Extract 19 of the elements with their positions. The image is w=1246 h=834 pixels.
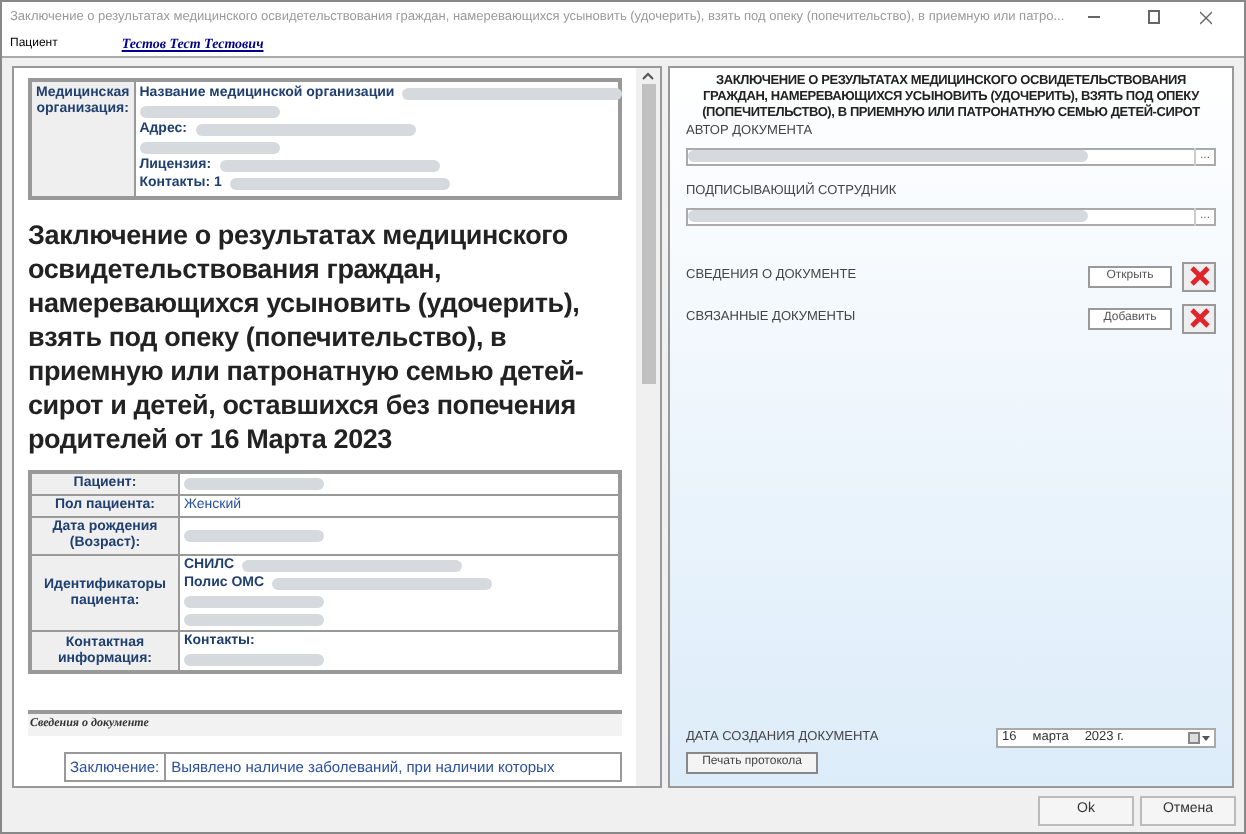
document-heading: Заключение о результатах медицинского освидетельствования граждан, намеревающихся усыновить (удочерить), взять под опеку (попечительство), в приемную или патронатную семью детей-сирот и детей, оставшихся без попечения родителей от 16 Марта 2023 — [28, 218, 586, 456]
redacted-block — [184, 596, 324, 608]
scroll-up-icon[interactable] — [642, 72, 654, 80]
close-icon[interactable] — [1199, 9, 1212, 25]
scroll-thumb[interactable] — [641, 84, 655, 384]
calendar-dropdown-icon[interactable] — [1188, 732, 1210, 744]
redacted-block — [184, 478, 324, 490]
redacted-block — [184, 614, 324, 626]
redacted-block — [184, 654, 324, 666]
delete-button[interactable] — [1182, 303, 1216, 333]
redacted-block — [139, 142, 280, 154]
cross-icon — [1189, 266, 1209, 286]
redacted-block — [184, 530, 324, 542]
minimize-icon[interactable] — [1088, 16, 1101, 18]
cross-icon — [1189, 308, 1209, 328]
delete-button[interactable] — [1182, 261, 1216, 291]
maximize-icon[interactable] — [1148, 10, 1160, 24]
redacted-block — [139, 106, 280, 118]
scrollbar[interactable] — [636, 68, 660, 786]
